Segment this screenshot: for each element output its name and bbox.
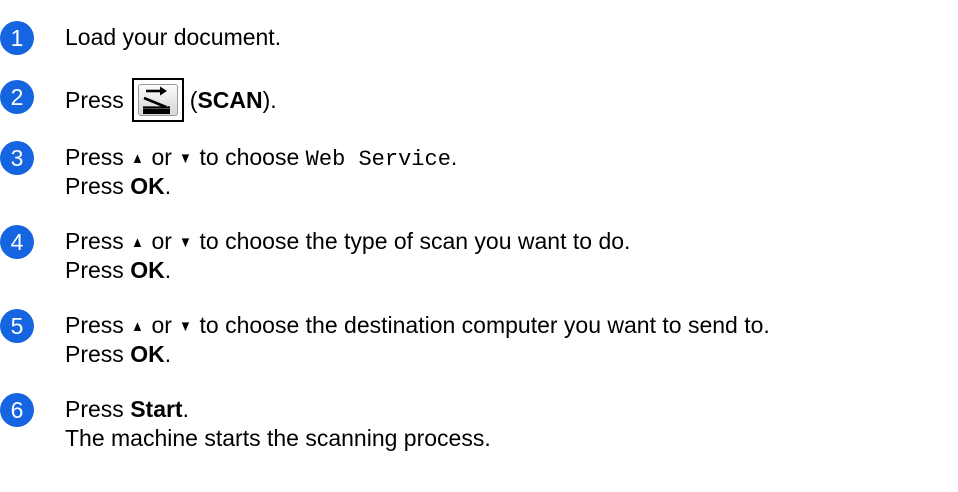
press-text: Press xyxy=(65,396,124,422)
step-text-content: The machine starts the scanning process. xyxy=(65,425,491,451)
end-text: . xyxy=(450,144,458,170)
step-number-badge: 5 xyxy=(0,309,34,343)
step-number-badge: 4 xyxy=(0,225,34,259)
down-arrow-icon: ▼ xyxy=(179,318,193,335)
step-text-line-2: Press OK. xyxy=(65,172,171,201)
down-arrow-icon: ▼ xyxy=(179,234,193,251)
or-text: or xyxy=(151,228,172,254)
up-arrow-icon: ▲ xyxy=(131,150,144,167)
step-text: Load your document. xyxy=(65,23,281,52)
ok-key-label: OK xyxy=(130,341,165,367)
choose-text: to choose xyxy=(199,144,300,170)
down-arrow-icon: ▼ xyxy=(179,150,193,167)
press-text: Press xyxy=(65,87,124,114)
close-text: ). xyxy=(262,87,277,114)
press-text: Press xyxy=(65,341,124,367)
start-key-label: Start xyxy=(130,396,183,422)
step-text-line-2: Press OK. xyxy=(65,340,171,369)
step-number-badge: 1 xyxy=(0,21,34,55)
end-text: . xyxy=(182,396,189,422)
press-text: Press xyxy=(65,228,124,254)
step-text-line-1: Press Start. xyxy=(65,395,189,424)
press-text: Press xyxy=(65,257,124,283)
step-number-badge: 6 xyxy=(0,393,34,427)
step-text-line-2: Press OK. xyxy=(65,256,171,285)
or-text: or xyxy=(151,312,172,338)
step-text-line-1: Press ▲ or ▼ to choose the type of scan … xyxy=(65,227,630,257)
menu-option: Web Service xyxy=(305,147,451,172)
end-text: . xyxy=(164,173,172,199)
or-text: or xyxy=(151,144,172,170)
up-arrow-icon: ▲ xyxy=(131,234,144,251)
ok-key-label: OK xyxy=(130,173,165,199)
ok-key-label: OK xyxy=(130,257,165,283)
step-text-content: Load your document. xyxy=(65,24,282,50)
scan-key-label: SCAN xyxy=(197,87,263,114)
rest-text: to choose the destination computer you w… xyxy=(199,312,770,338)
up-arrow-icon: ▲ xyxy=(131,318,144,335)
step-number-badge: 3 xyxy=(0,141,34,175)
press-text: Press xyxy=(65,312,124,338)
step-text: Press (SCAN). xyxy=(65,78,277,124)
step-text-line-1: Press ▲ or ▼ to choose the destination c… xyxy=(65,311,770,341)
press-text: Press xyxy=(65,173,124,199)
step-text-line-2: The machine starts the scanning process. xyxy=(65,424,491,453)
step-text-line-1: Press ▲ or ▼ to choose Web Service. xyxy=(65,143,457,174)
scan-key-icon xyxy=(131,78,184,122)
end-text: . xyxy=(164,257,172,283)
rest-text: to choose the type of scan you want to d… xyxy=(199,228,631,254)
step-number-badge: 2 xyxy=(0,80,34,114)
press-text: Press xyxy=(65,144,124,170)
end-text: . xyxy=(164,341,172,367)
